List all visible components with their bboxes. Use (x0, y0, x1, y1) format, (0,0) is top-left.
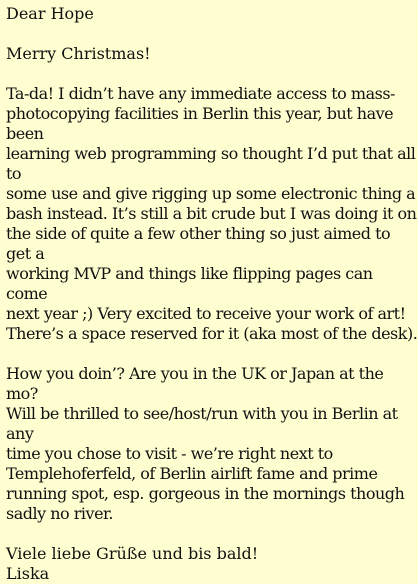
paragraph-berlin: How you doin’? Are you in the UK or Japa… (6, 364, 405, 523)
greeting: Merry Christmas! (6, 44, 151, 63)
letter: Dear Hope Merry Christmas! Ta-da! I didn… (0, 0, 418, 583)
signature: Liska (6, 564, 50, 583)
paragraph-intro: Ta-da! I didn’t have any immediate acces… (6, 84, 418, 343)
salutation: Dear Hope (6, 4, 94, 23)
closing-line: Viele liebe Grüße und bis bald! (6, 544, 259, 563)
